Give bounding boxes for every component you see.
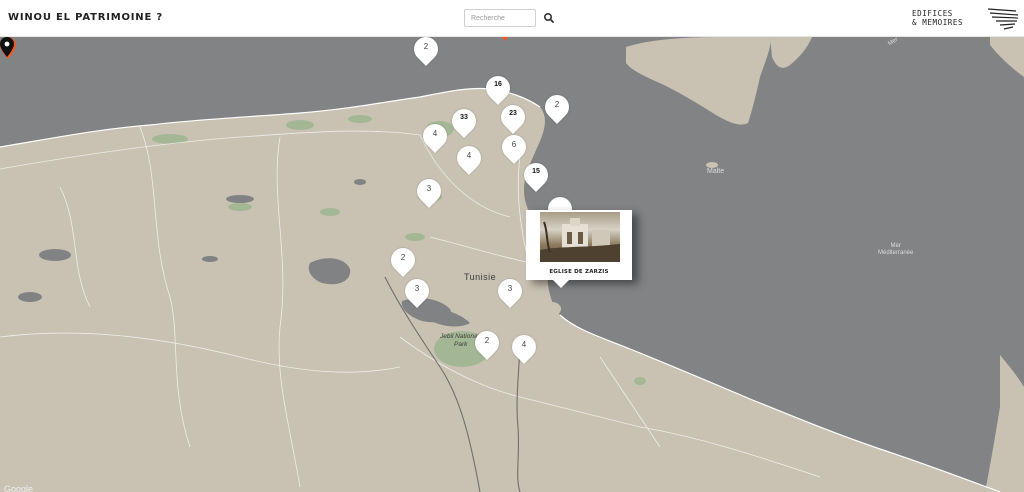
top-bar: WINOU EL PATRIMOINE ? EDIFICES & MEMOIRE… — [0, 0, 1024, 37]
church-photo-icon — [540, 218, 620, 262]
brand-line-2: & MEMOIRES — [912, 17, 964, 27]
map-canvas[interactable]: Tunisie Jebil National Park Malte Mer Mé… — [0, 37, 1024, 492]
land-sicily — [626, 37, 771, 125]
park-label: Jebil National Park — [440, 333, 479, 349]
cluster-marker[interactable]: 33 — [447, 104, 481, 139]
cluster-marker[interactable]: 4 — [507, 330, 541, 365]
location-popup[interactable]: EGLISE DE ZARZIS — [526, 210, 632, 288]
cluster-marker[interactable]: 16 — [481, 71, 515, 106]
park-label-line-1: Jebil National — [440, 333, 480, 340]
sea-label-line-1: Mer — [890, 243, 901, 249]
cluster-marker[interactable]: 3 — [400, 274, 434, 309]
cluster-marker[interactable]: 15 — [519, 158, 553, 193]
cluster-marker[interactable]: 2 — [470, 326, 504, 361]
brand-logo-icon[interactable] — [986, 6, 1020, 32]
map-pin-icon[interactable] — [498, 37, 512, 41]
brand-name[interactable]: EDIFICES & MEMOIRES — [912, 9, 964, 27]
search-icon[interactable] — [541, 10, 557, 26]
malta-label: Malte — [707, 168, 725, 175]
cluster-marker[interactable]: 4 — [418, 119, 452, 154]
selected-pin-icon[interactable] — [0, 37, 14, 57]
sea-label-line-2: Méditerranée — [878, 250, 914, 256]
cluster-marker[interactable]: 23 — [496, 100, 530, 135]
country-label: Tunisie — [464, 272, 497, 282]
location-photo[interactable] — [540, 212, 620, 262]
cluster-marker[interactable]: 3 — [493, 274, 527, 309]
app-title[interactable]: WINOU EL PATRIMOINE ? — [8, 12, 163, 23]
cluster-marker[interactable]: 2 — [409, 37, 443, 67]
land-libya-east — [985, 355, 1024, 492]
land-greece — [990, 37, 1024, 77]
location-title[interactable]: EGLISE DE ZARZIS — [526, 269, 632, 275]
cluster-marker[interactable]: 2 — [386, 243, 420, 278]
google-attribution[interactable]: Google — [4, 484, 33, 492]
land-italy — [770, 37, 812, 68]
park-label-line-2: Park — [454, 341, 468, 348]
cluster-marker[interactable]: 6 — [497, 130, 531, 165]
cluster-marker[interactable]: 4 — [452, 141, 486, 176]
cluster-marker[interactable]: 2 — [540, 90, 574, 125]
search-input[interactable] — [464, 9, 536, 27]
cluster-marker[interactable]: 3 — [412, 174, 446, 209]
sea-label: Mer Méditerranée — [878, 243, 913, 257]
